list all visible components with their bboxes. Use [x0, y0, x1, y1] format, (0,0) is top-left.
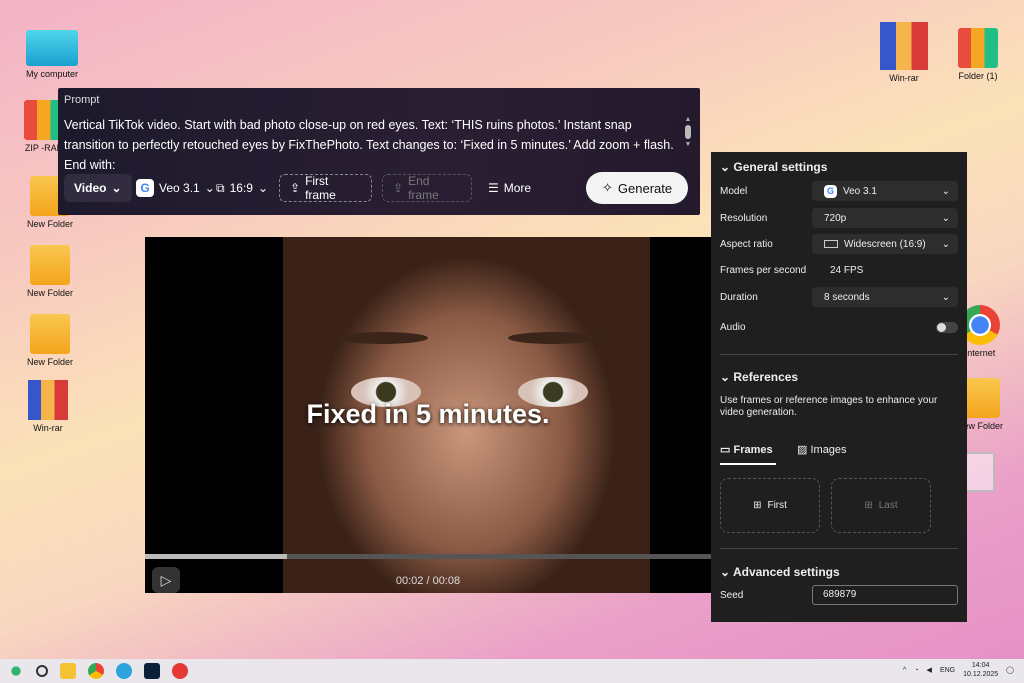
desktop-icon-folder[interactable]: New Folder [20, 314, 80, 367]
aspect-select[interactable]: Widescreen (16:9) ⌄ [812, 234, 958, 254]
frames-icon: ▭ [720, 444, 731, 456]
brow [338, 332, 428, 344]
audio-row: Audio [720, 317, 958, 337]
seed-label: Seed [720, 590, 744, 601]
video-player[interactable]: Fixed in 5 minutes. ▷ 00:02 / 00:08 [145, 237, 711, 593]
notification-bell-icon[interactable]: ◯ [1006, 666, 1014, 674]
video-time: 00:02 / 00:08 [395, 575, 461, 587]
chevron-down-icon: ⌄ [204, 181, 215, 195]
image-icon: ▨ [797, 444, 808, 456]
chevron-up-icon[interactable]: ^ [903, 667, 906, 674]
binders-icon [958, 28, 998, 68]
volume-icon[interactable]: ◀ [927, 666, 932, 674]
upload-icon: ⇪ [290, 181, 301, 195]
language-indicator[interactable]: ENG [940, 667, 955, 674]
model-select[interactable]: G Veo 3.1 ⌄ [812, 181, 958, 201]
system-tray: ^ ◔ ◀ ENG 14:04 10.12.2025 ◯ [903, 661, 1014, 679]
desktop-icon-winrar[interactable]: Win-rar [18, 380, 78, 433]
aspect-row: Aspect ratio Widescreen (16:9) ⌄ [720, 234, 958, 254]
telegram-icon[interactable] [116, 663, 132, 679]
winrar-icon [880, 22, 928, 70]
more-button[interactable]: ☰ More [488, 174, 531, 202]
seed-input[interactable]: 689879 [812, 585, 958, 605]
start-icon[interactable] [8, 663, 24, 679]
taskbar [0, 659, 1024, 683]
widescreen-icon [824, 240, 838, 248]
model-dropdown[interactable]: G Veo 3.1 ⌄ [136, 174, 215, 202]
chevron-down-icon: ⌄ [941, 291, 950, 303]
prompt-panel: Prompt Vertical TikTok video. Start with… [58, 88, 700, 215]
sparkle-icon: ✧ [602, 180, 613, 195]
chevron-down-icon: ⌄ [257, 181, 268, 195]
folder-icon [30, 245, 70, 285]
upload-icon: ⇪ [393, 181, 404, 195]
chevron-down-icon: ⌄ [941, 185, 950, 197]
prompt-scrollbar[interactable]: ▲ ▼ [684, 116, 692, 152]
desktop-icon-folder-1[interactable]: Folder (1) [948, 28, 1008, 81]
clock[interactable]: 14:04 10.12.2025 [963, 661, 998, 679]
desktop-icon-folder[interactable]: New Folder [20, 245, 80, 298]
video-progress-bar[interactable] [145, 554, 711, 559]
aspect-dropdown[interactable]: ⧉ 16:9 ⌄ [216, 174, 268, 202]
desktop-icon-winrar[interactable]: Win-rar [874, 22, 934, 83]
chevron-down-icon: ⌄ [941, 238, 950, 250]
aspect-icon: ⧉ [216, 180, 225, 195]
references-header[interactable]: ⌄ References [720, 370, 798, 384]
audio-toggle[interactable] [936, 321, 958, 333]
file-explorer-icon[interactable] [60, 663, 76, 679]
app-icon[interactable] [172, 663, 188, 679]
first-frame-button[interactable]: ⇪ First frame [279, 174, 372, 202]
generate-button[interactable]: ✧ Generate [586, 172, 689, 204]
resolution-select[interactable]: 720p ⌄ [812, 208, 958, 228]
chevron-down-icon: ⌄ [941, 212, 950, 224]
tab-frames[interactable]: ▭ Frames [720, 443, 776, 465]
prompt-input[interactable]: Vertical TikTok video. Start with bad ph… [64, 115, 674, 175]
end-frame-button[interactable]: ⇪ End frame [382, 174, 472, 202]
divider [720, 354, 958, 355]
brow [508, 332, 598, 344]
chevron-down-icon: ⌄ [111, 181, 122, 195]
references-description: Use frames or reference images to enhanc… [720, 395, 938, 418]
duration-row: Duration 8 seconds ⌄ [720, 287, 958, 307]
google-icon: G [824, 184, 837, 198]
settings-panel: ⌄ General settings Model G Veo 3.1 ⌄ Resolu… [711, 152, 967, 622]
progress-fill [145, 554, 287, 559]
photoshop-icon[interactable] [144, 663, 160, 679]
fps-row: Frames per second 24 FPS [720, 264, 864, 276]
advanced-settings-header[interactable]: ⌄ Advanced settings [720, 565, 840, 579]
add-image-icon: ⊞ [864, 500, 873, 511]
tab-images[interactable]: ▨ Images [797, 443, 847, 456]
last-frame-slot[interactable]: ⊞ Last [831, 478, 931, 533]
sliders-icon: ☰ [488, 181, 499, 195]
google-icon: G [136, 179, 154, 197]
mode-dropdown[interactable]: Video ⌄ [64, 174, 132, 202]
first-frame-slot[interactable]: ⊞ First [720, 478, 820, 533]
folder-icon [30, 314, 70, 354]
recycle-bin-icon[interactable] [965, 452, 995, 492]
divider [720, 548, 958, 549]
add-image-icon: ⊞ [753, 500, 762, 511]
winrar-icon [28, 380, 68, 420]
monitor-icon [26, 30, 78, 66]
search-icon[interactable] [36, 665, 48, 677]
chrome-icon[interactable] [88, 663, 104, 679]
desktop-icon-my-computer[interactable]: My computer [22, 30, 82, 79]
duration-select[interactable]: 8 seconds ⌄ [812, 287, 958, 307]
general-settings-header[interactable]: ⌄ General settings [720, 160, 827, 174]
video-overlay-text: Fixed in 5 minutes. [306, 399, 550, 429]
prompt-label: Prompt [64, 94, 100, 106]
model-row: Model G Veo 3.1 ⌄ [720, 181, 958, 201]
resolution-row: Resolution 720p ⌄ [720, 208, 958, 228]
network-icon[interactable]: ◔ [914, 667, 918, 674]
